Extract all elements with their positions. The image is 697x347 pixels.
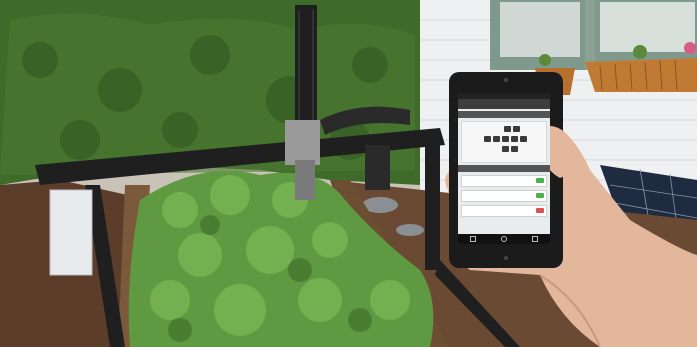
- recents-icon[interactable]: [531, 236, 538, 242]
- keypad-button[interactable]: [484, 136, 491, 142]
- back-icon[interactable]: [470, 236, 477, 242]
- toggle-switch[interactable]: [536, 193, 544, 198]
- electronics-box: [49, 189, 93, 276]
- keypad-button[interactable]: [493, 136, 500, 142]
- garden-robot-scene: [0, 0, 697, 347]
- keypad-button[interactable]: [520, 136, 527, 142]
- home-icon[interactable]: [500, 236, 507, 242]
- move-controls-card: [461, 121, 547, 163]
- keypad-button[interactable]: [502, 146, 509, 152]
- keypad-button[interactable]: [513, 126, 520, 132]
- keypad-button[interactable]: [502, 136, 509, 142]
- section-header: [458, 111, 550, 118]
- toggle-switch[interactable]: [536, 178, 544, 183]
- keypad-button[interactable]: [511, 146, 518, 152]
- section-header: [458, 165, 550, 172]
- keypad-button[interactable]: [504, 126, 511, 132]
- android-nav-bar: [458, 234, 550, 244]
- setting-row[interactable]: [461, 190, 547, 202]
- app-bar: [458, 99, 550, 109]
- keypad-button[interactable]: [511, 136, 518, 142]
- setting-row[interactable]: [461, 175, 547, 187]
- setting-row[interactable]: [461, 205, 547, 217]
- phone-screen: [458, 94, 550, 244]
- scene-illustration: [0, 0, 697, 347]
- toggle-switch[interactable]: [536, 208, 544, 213]
